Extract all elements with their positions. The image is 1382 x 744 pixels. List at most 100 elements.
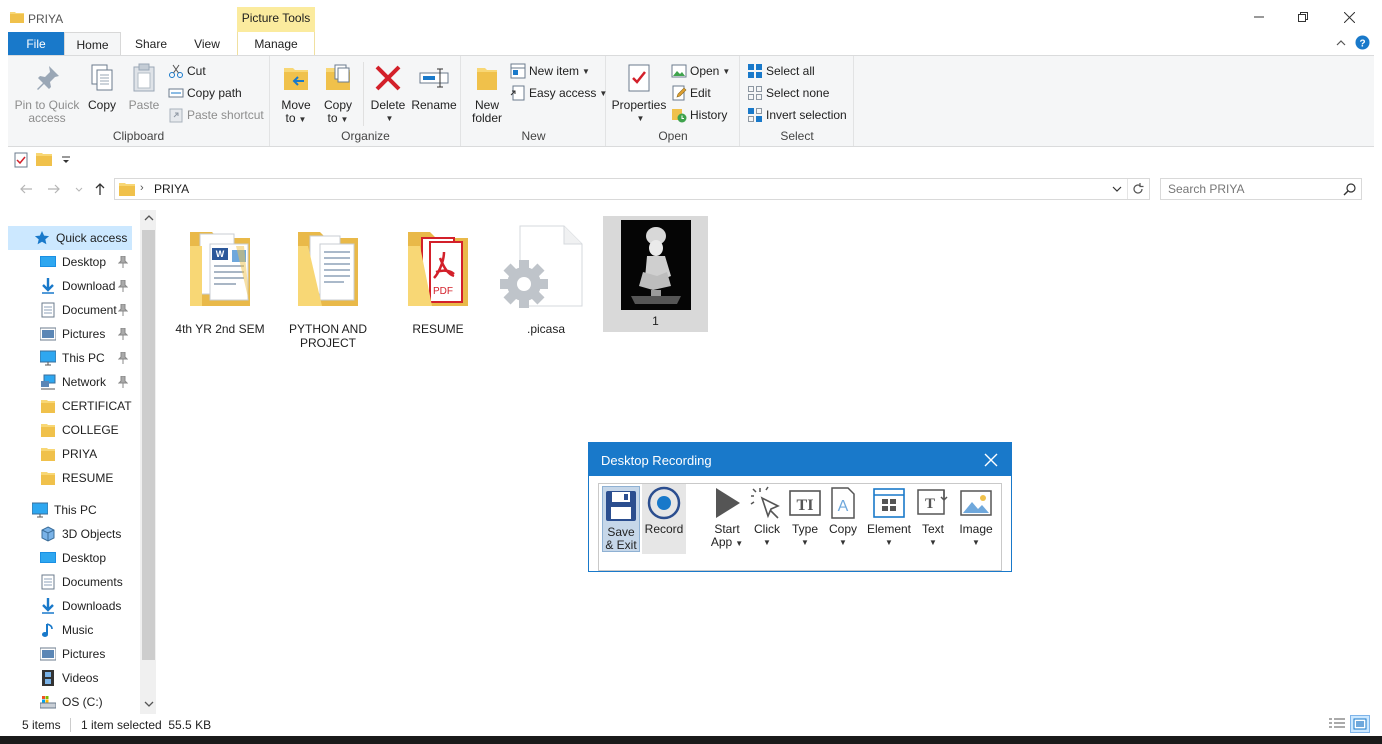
nav-item-college[interactable]: COLLEGE — [8, 418, 132, 442]
nav-item-priya[interactable]: PRIYA — [8, 442, 132, 466]
floppy-disk-icon — [604, 489, 638, 523]
search-input[interactable]: Search PRIYA — [1160, 178, 1362, 200]
select-group: Select all Select none Invert selection … — [741, 56, 854, 146]
edit-button[interactable]: Edit — [671, 83, 711, 103]
file-item[interactable]: PDF RESUME — [386, 222, 490, 336]
record-button[interactable]: Record — [642, 484, 686, 554]
nav-item-3d-objects[interactable]: 3D Objects — [8, 522, 132, 546]
select-all-button[interactable]: Select all — [747, 61, 815, 81]
large-icons-view-icon[interactable] — [1350, 715, 1370, 733]
nav-item-this-pc[interactable]: This PC — [8, 346, 132, 370]
image-button[interactable]: Image ▼ — [955, 484, 997, 549]
customize-toolbar-chevron-icon[interactable] — [60, 152, 72, 166]
nav-quick-access[interactable]: Quick access — [8, 226, 132, 250]
edit-pencil-icon — [671, 85, 687, 101]
dropdown-caret-icon: ▼ — [636, 114, 645, 123]
details-view-icon[interactable] — [1328, 716, 1346, 732]
close-icon[interactable] — [981, 450, 1001, 470]
delete-button[interactable]: Delete ▼ — [371, 62, 405, 125]
dropdown-caret-icon: ▼ — [972, 538, 980, 547]
address-bar[interactable]: › PRIYA — [114, 178, 1150, 200]
move-to-button[interactable]: Move to ▼ — [279, 62, 313, 126]
open-group-label: Open — [658, 129, 688, 143]
file-name: 4th YR 2nd SEM — [175, 322, 265, 336]
select-none-button[interactable]: Select none — [747, 83, 829, 103]
nav-item-desktop[interactable]: Desktop — [8, 250, 132, 274]
svg-text:W: W — [216, 249, 225, 259]
search-icon[interactable] — [1343, 183, 1356, 196]
collapse-ribbon-icon[interactable] — [1334, 36, 1348, 50]
tab-home[interactable]: Home — [64, 32, 121, 56]
history-button[interactable]: History — [671, 105, 727, 125]
nav-this-pc[interactable]: This PC — [8, 498, 132, 522]
nav-item-music[interactable]: Music — [8, 618, 132, 642]
tab-share[interactable]: Share — [128, 32, 174, 55]
nav-item-network[interactable]: Network — [8, 370, 132, 394]
properties-button[interactable]: Properties ▼ — [611, 62, 667, 125]
copy-button[interactable]: A Copy ▼ — [825, 484, 861, 549]
recent-locations-chevron-icon[interactable] — [73, 181, 85, 197]
save-and-exit-button[interactable]: Save & Exit — [602, 486, 640, 552]
easy-access-button[interactable]: Easy access ▼ — [510, 83, 607, 103]
network-icon — [40, 374, 56, 390]
nav-item-pictures[interactable]: Pictures — [8, 322, 132, 346]
scissors-icon — [168, 63, 184, 79]
nav-item-os-drive[interactable]: OS (C:) — [8, 690, 132, 714]
copy-to-button[interactable]: Copy to ▼ — [321, 62, 355, 126]
new-item-button[interactable]: New item ▼ — [510, 61, 590, 81]
start-app-button[interactable]: Start App ▼ — [709, 484, 745, 550]
forward-arrow-icon[interactable] — [46, 181, 62, 197]
copy-button[interactable]: Copy — [84, 62, 120, 112]
refresh-icon[interactable] — [1131, 182, 1145, 196]
rename-button[interactable]: Rename — [411, 62, 457, 112]
clipboard-group: Pin to Quick access Copy Paste Cut Copy … — [8, 56, 270, 146]
help-icon[interactable]: ? — [1355, 35, 1370, 50]
new-folder-button[interactable]: New folder — [468, 62, 506, 125]
type-button[interactable]: TI Type ▼ — [787, 484, 823, 549]
nav-item-pc-downloads[interactable]: Downloads — [8, 594, 132, 618]
tab-file[interactable]: File — [8, 32, 64, 55]
paste-button[interactable]: Paste — [126, 62, 162, 112]
pin-icon — [118, 328, 128, 340]
folder-icon — [40, 422, 56, 438]
ribbon-tabs: File Home Share View Manage ? — [0, 32, 1382, 56]
nav-item-videos[interactable]: Videos — [8, 666, 132, 690]
minimize-button[interactable] — [1244, 6, 1274, 28]
nav-item-certificates[interactable]: CERTIFICATES — [8, 394, 132, 418]
nav-item-pc-desktop[interactable]: Desktop — [8, 546, 132, 570]
file-item[interactable]: .picasa — [494, 222, 598, 336]
close-button[interactable] — [1334, 6, 1364, 28]
open-button[interactable]: Open ▼ — [671, 61, 730, 81]
invert-selection-button[interactable]: Invert selection — [747, 105, 847, 125]
nav-item-pc-pictures[interactable]: Pictures — [8, 642, 132, 666]
file-name: RESUME — [412, 322, 464, 336]
back-arrow-icon[interactable] — [18, 181, 34, 197]
new-folder-icon[interactable] — [36, 152, 52, 166]
svg-text:?: ? — [1359, 39, 1365, 50]
copy-path-button[interactable]: Copy path — [168, 83, 242, 103]
up-arrow-icon[interactable] — [92, 181, 108, 197]
element-button[interactable]: Element ▼ — [865, 484, 913, 549]
file-item-selected[interactable]: 1 — [603, 216, 708, 332]
text-button[interactable]: T Text ▼ — [915, 484, 951, 549]
cut-button[interactable]: Cut — [168, 61, 206, 81]
address-history-chevron-icon[interactable] — [1111, 183, 1123, 195]
tab-manage[interactable]: Manage — [237, 32, 315, 55]
nav-item-resume[interactable]: RESUME — [8, 466, 132, 490]
paste-shortcut-button[interactable]: Paste shortcut — [168, 105, 264, 125]
click-button[interactable]: Click ▼ — [749, 484, 785, 549]
file-item[interactable]: PYTHON AND PROJECT — [276, 222, 380, 350]
file-item[interactable]: W 4th YR 2nd SEM — [168, 222, 272, 336]
folder-icon — [40, 470, 56, 486]
restore-button[interactable] — [1288, 6, 1318, 28]
dropdown-caret-icon: ▼ — [929, 538, 937, 547]
nav-item-downloads[interactable]: Download — [8, 274, 132, 298]
properties-checklist-icon[interactable] — [14, 152, 28, 168]
tab-view[interactable]: View — [184, 32, 230, 55]
breadcrumb[interactable]: PRIYA — [154, 182, 189, 196]
nav-item-pc-documents[interactable]: Documents — [8, 570, 132, 594]
dropdown-caret-icon: ▼ — [801, 538, 809, 547]
separator — [70, 718, 71, 732]
pin-to-quick-access-button[interactable]: Pin to Quick access — [14, 62, 80, 125]
nav-item-documents[interactable]: Document — [8, 298, 132, 322]
